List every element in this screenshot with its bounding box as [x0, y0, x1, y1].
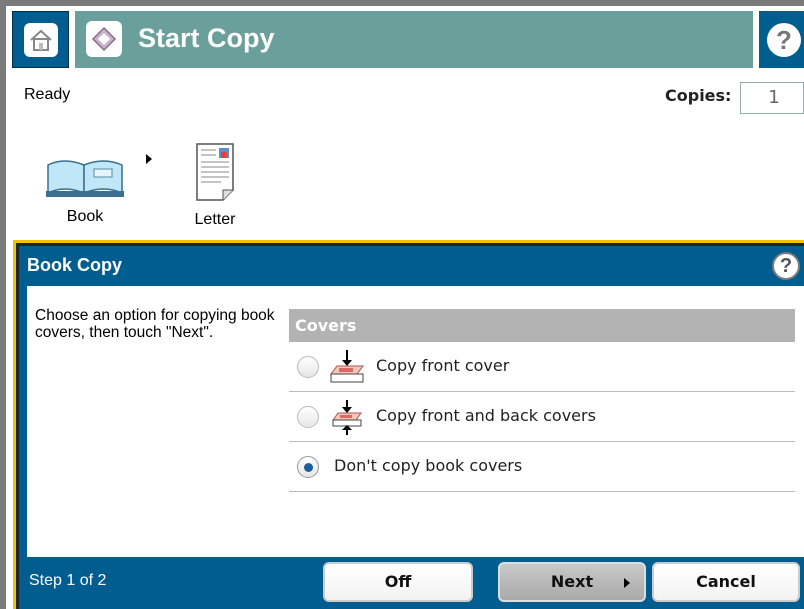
- home-button[interactable]: [12, 11, 69, 68]
- cancel-button[interactable]: Cancel: [652, 562, 800, 602]
- option-copy-front-cover[interactable]: Copy front cover: [289, 342, 795, 392]
- flow-arrow-icon: [146, 154, 152, 164]
- flow-item-letter: Letter: [180, 142, 250, 229]
- option-label: Copy front cover: [376, 356, 510, 375]
- front-back-cover-icon: [332, 400, 362, 435]
- option-copy-front-and-back-covers[interactable]: Copy front and back covers: [289, 392, 795, 442]
- flow-item-book: Book: [44, 155, 126, 226]
- chevron-right-icon: [624, 578, 630, 588]
- next-button[interactable]: Next: [498, 562, 646, 602]
- book-copy-dialog: Book Copy ? Choose an option for copying…: [19, 246, 804, 609]
- dialog-footer: Step 1 of 2 Off Next Cancel: [19, 557, 804, 609]
- book-icon: [46, 160, 124, 197]
- dialog-header: Book Copy ?: [19, 246, 804, 286]
- front-cover-icon: [330, 350, 364, 383]
- start-diamond-icon: [86, 21, 122, 57]
- option-dont-copy-book-covers[interactable]: Don't copy book covers: [289, 442, 795, 492]
- letter-page-icon: [196, 143, 234, 201]
- next-button-label: Next: [550, 572, 594, 591]
- option-label: Copy front and back covers: [376, 406, 596, 425]
- radio-button[interactable]: [297, 356, 319, 378]
- step-indicator: Step 1 of 2: [29, 572, 107, 589]
- status-text: Ready: [24, 86, 71, 103]
- dialog-title: Book Copy: [27, 255, 123, 275]
- title-bar: Start Copy: [75, 11, 753, 68]
- page-title: Start Copy: [138, 23, 275, 53]
- radio-button[interactable]: [297, 406, 319, 428]
- off-button[interactable]: Off: [323, 562, 473, 602]
- dialog-instructions: Choose an option for copying book covers…: [35, 307, 275, 341]
- radio-button-selected[interactable]: [297, 456, 319, 478]
- copies-input[interactable]: 1: [740, 82, 804, 114]
- copies-label: Copies:: [665, 86, 732, 105]
- flow-label-book: Book: [66, 208, 104, 225]
- option-label: Don't copy book covers: [334, 456, 523, 475]
- flow-label-letter: Letter: [194, 211, 236, 228]
- help-button[interactable]: ?: [759, 11, 804, 68]
- dialog-help-icon[interactable]: ?: [772, 252, 800, 280]
- covers-group-header: Covers: [289, 309, 795, 342]
- help-icon: ?: [767, 23, 801, 57]
- home-icon: [23, 22, 58, 57]
